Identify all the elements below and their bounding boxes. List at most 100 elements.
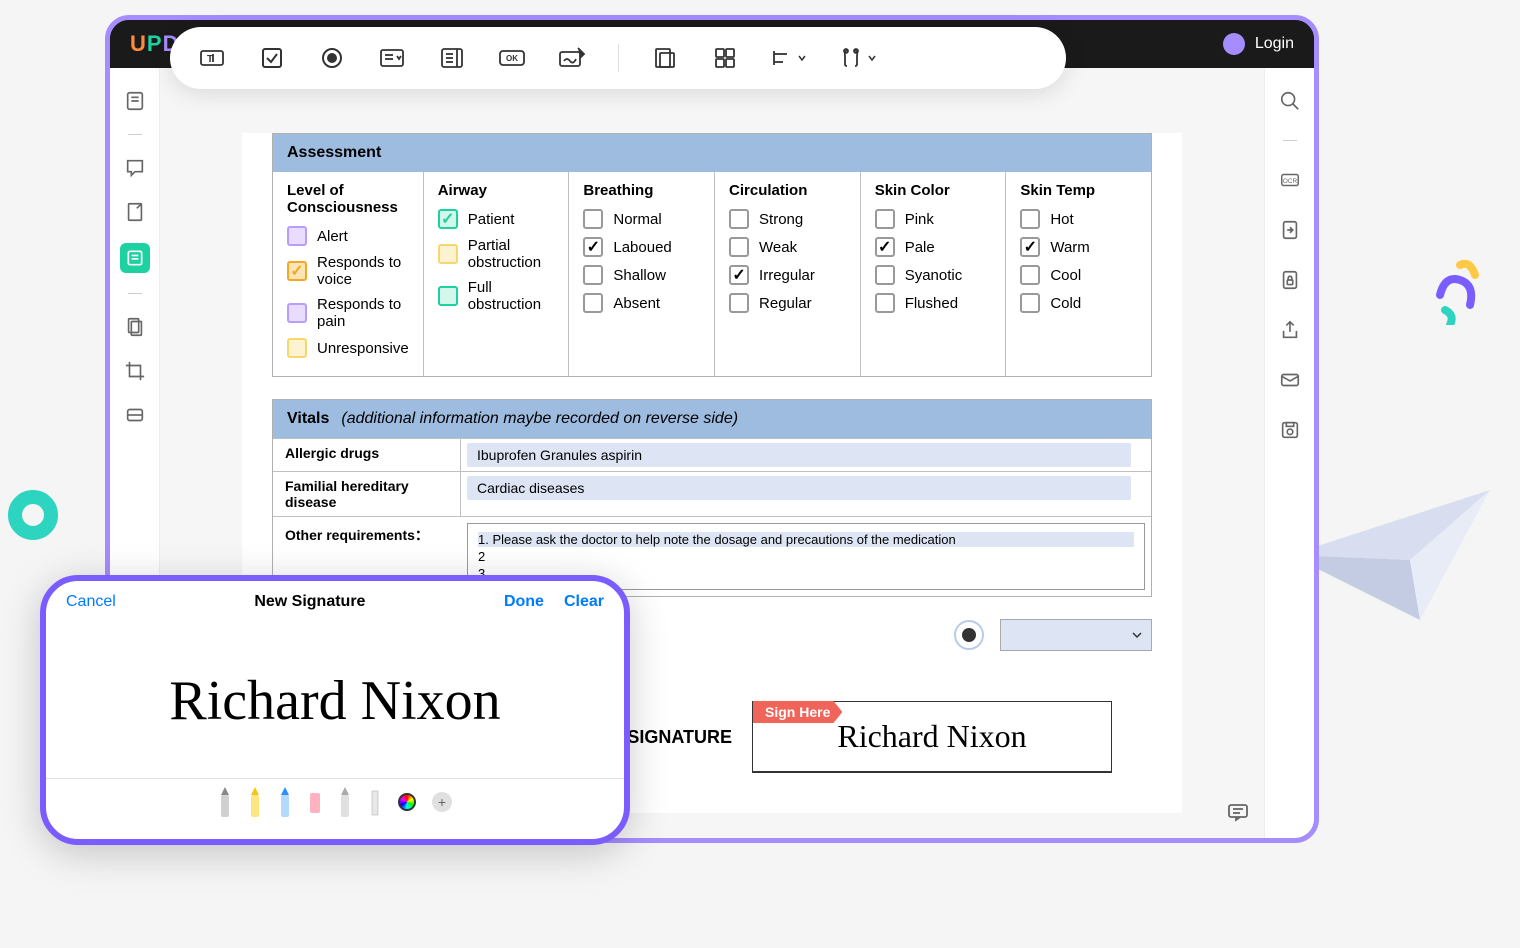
checkbox-item[interactable]: Alert [287, 226, 409, 246]
checkbox-icon[interactable] [875, 293, 895, 313]
checkbox-item[interactable]: Normal [583, 209, 700, 229]
checkbox-icon[interactable] [875, 209, 895, 229]
sidebar-edit-icon[interactable] [122, 199, 148, 225]
signature-tool-icon[interactable] [558, 44, 586, 72]
signature-box[interactable]: Sign Here Richard Nixon [752, 701, 1112, 773]
checkbox-item[interactable]: Cool [1020, 265, 1137, 285]
checkbox-item[interactable]: Responds to voice [287, 254, 409, 288]
checkbox-icon[interactable] [287, 226, 307, 246]
email-icon[interactable] [1277, 367, 1303, 393]
checkbox-item[interactable]: Laboued [583, 237, 700, 257]
text-field-tool-icon[interactable]: T [198, 44, 226, 72]
checkbox-item[interactable]: Responds to pain [287, 296, 409, 330]
checkbox-item[interactable]: Shallow [583, 265, 700, 285]
clear-button[interactable]: Clear [564, 593, 604, 611]
checkbox-item[interactable]: Strong [729, 209, 846, 229]
protect-icon[interactable] [1277, 267, 1303, 293]
checkbox-icon[interactable] [438, 286, 458, 306]
save-icon[interactable] [1277, 417, 1303, 443]
checkbox-item[interactable]: Full obstruction [438, 279, 555, 313]
checkbox-item[interactable]: Unresponsive [287, 338, 409, 358]
checkbox-item[interactable]: Regular [729, 293, 846, 313]
dropdown-tool-icon[interactable] [378, 44, 406, 72]
color-picker[interactable] [398, 793, 416, 811]
checkbox-icon[interactable] [583, 265, 603, 285]
cancel-button[interactable]: Cancel [66, 593, 116, 611]
pencil-tool[interactable] [338, 787, 352, 817]
checkbox-icon[interactable] [438, 209, 458, 229]
checkbox-item[interactable]: Partial obstruction [438, 237, 555, 271]
vitals-label: Allergic drugs [273, 439, 461, 471]
checkbox-icon[interactable] [583, 237, 603, 257]
checkbox-icon[interactable] [1020, 209, 1040, 229]
ruler-tool[interactable] [368, 787, 382, 817]
pen-tool-1[interactable] [218, 787, 232, 817]
signature-canvas[interactable]: Richard Nixon [46, 623, 624, 778]
checkbox-icon[interactable] [729, 237, 749, 257]
checkbox-icon[interactable] [875, 237, 895, 257]
checkbox-icon[interactable] [583, 209, 603, 229]
search-icon[interactable] [1277, 88, 1303, 114]
checkbox-label: Syanotic [905, 267, 963, 284]
checkbox-item[interactable]: Weak [729, 237, 846, 257]
checkbox-item[interactable]: Patient [438, 209, 555, 229]
checkbox-item[interactable]: Pink [875, 209, 992, 229]
checkbox-icon[interactable] [583, 293, 603, 313]
checkbox-icon[interactable] [1020, 265, 1040, 285]
vitals-row: Familial hereditary diseaseCardiac disea… [273, 471, 1151, 516]
checkbox-label: Pink [905, 211, 934, 228]
image-tool-icon[interactable] [651, 44, 679, 72]
user-avatar-icon[interactable] [1223, 33, 1245, 55]
checkbox-item[interactable]: Irregular [729, 265, 846, 285]
checkbox-item[interactable]: Cold [1020, 293, 1137, 313]
vitals-input[interactable]: Ibuprofen Granules aspirin [467, 443, 1131, 467]
checkbox-icon[interactable] [729, 209, 749, 229]
assessment-column: Skin ColorPinkPaleSyanoticFlushed [861, 172, 1007, 376]
add-tool-button[interactable]: + [432, 792, 452, 812]
checkbox-icon[interactable] [1020, 293, 1040, 313]
radio-tool-icon[interactable] [318, 44, 346, 72]
sidebar-crop-icon[interactable] [122, 358, 148, 384]
checkbox-label: Cool [1050, 267, 1081, 284]
tools-dropdown[interactable] [839, 46, 877, 70]
checkbox-icon[interactable] [287, 338, 307, 358]
checkbox-icon[interactable] [287, 303, 307, 323]
comment-panel-icon[interactable] [1226, 800, 1250, 824]
convert-icon[interactable] [1277, 217, 1303, 243]
ocr-icon[interactable]: OCR [1277, 167, 1303, 193]
checkbox-icon[interactable] [1020, 237, 1040, 257]
pen-tool-3[interactable] [278, 787, 292, 817]
checkbox-item[interactable]: Warm [1020, 237, 1137, 257]
checkbox-icon[interactable] [875, 265, 895, 285]
checkbox-item[interactable]: Syanotic [875, 265, 992, 285]
done-button[interactable]: Done [504, 593, 544, 611]
checkbox-item[interactable]: Flushed [875, 293, 992, 313]
checkbox-icon[interactable] [287, 261, 307, 281]
login-button[interactable]: Login [1255, 35, 1294, 53]
pen-tool-2[interactable] [248, 787, 262, 817]
signature-dropdown[interactable] [1000, 619, 1152, 651]
signature-radio[interactable] [954, 620, 984, 650]
checkbox-label: Strong [759, 211, 803, 228]
checkbox-icon[interactable] [729, 265, 749, 285]
checkbox-item[interactable]: Pale [875, 237, 992, 257]
share-icon[interactable] [1277, 317, 1303, 343]
assessment-column: AirwayPatientPartial obstructionFull obs… [424, 172, 570, 376]
sidebar-organize-icon[interactable] [122, 314, 148, 340]
sidebar-reader-icon[interactable] [122, 88, 148, 114]
vitals-input[interactable]: Cardiac diseases [467, 476, 1131, 500]
checkbox-item[interactable]: Hot [1020, 209, 1137, 229]
checkbox-tool-icon[interactable] [258, 44, 286, 72]
checkbox-item[interactable]: Absent [583, 293, 700, 313]
grid-tool-icon[interactable] [711, 44, 739, 72]
checkbox-icon[interactable] [729, 293, 749, 313]
align-tool-dropdown[interactable] [771, 47, 807, 69]
eraser-tool[interactable] [308, 787, 322, 817]
checkbox-icon[interactable] [438, 244, 458, 264]
listbox-tool-icon[interactable] [438, 44, 466, 72]
button-tool-icon[interactable]: OK [498, 44, 526, 72]
sidebar-redact-icon[interactable] [122, 402, 148, 428]
sidebar-form-icon[interactable] [120, 243, 150, 273]
sidebar-comment-icon[interactable] [122, 155, 148, 181]
column-title: Breathing [583, 182, 700, 199]
